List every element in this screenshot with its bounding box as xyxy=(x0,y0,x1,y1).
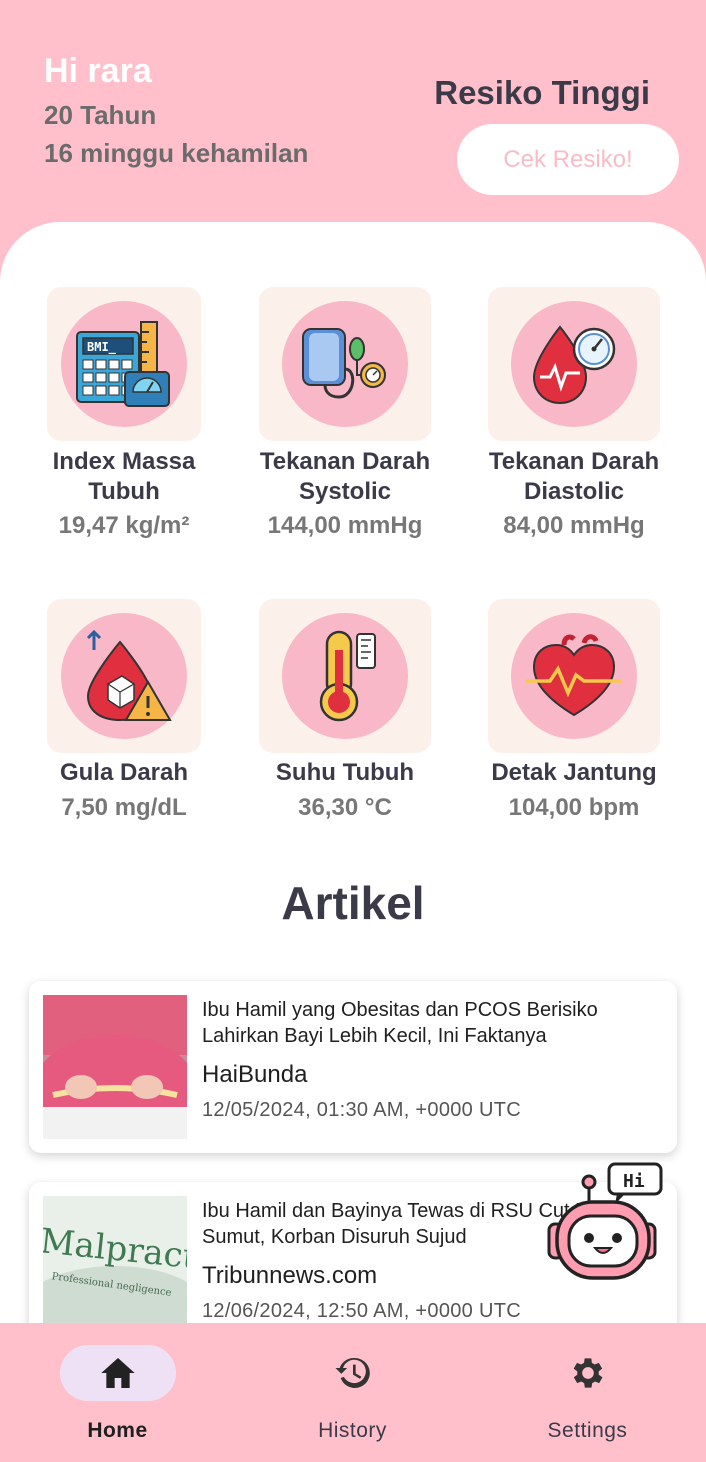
bottom-navigation: Home History Settings xyxy=(0,1323,706,1462)
article-thumbnail xyxy=(43,995,187,1139)
check-risk-button[interactable]: Cek Resiko! xyxy=(457,124,679,195)
metric-value-blood-sugar: 7,50 mg/dL xyxy=(61,794,187,821)
metric-label-diastolic: Tekanan Darah Diastolic xyxy=(488,448,660,505)
metric-label-systolic: Tekanan Darah Systolic xyxy=(259,448,431,505)
metric-card-blood-sugar[interactable] xyxy=(47,599,201,753)
article-date: 12/06/2024, 12:50 AM, +0000 UTC xyxy=(202,1300,521,1322)
article-title: Ibu Hamil yang Obesitas dan PCOS Berisik… xyxy=(202,999,598,1047)
articles-heading: Artikel xyxy=(281,877,425,929)
metric-value-systolic: 144,00 mmHg xyxy=(267,512,423,539)
metric-card-bmi[interactable]: BMI_ xyxy=(47,287,201,441)
metric-card-temperature[interactable] xyxy=(259,599,431,753)
nav-label-home: Home xyxy=(87,1419,148,1442)
chatbot-button[interactable]: Hi xyxy=(545,1160,665,1285)
nav-item-home[interactable]: Home xyxy=(0,1323,235,1462)
chatbot-bubble-text: Hi xyxy=(623,1171,645,1192)
risk-status: Resiko Tinggi xyxy=(434,74,650,111)
article-card[interactable]: Ibu Hamil yang Obesitas dan PCOS Berisik… xyxy=(29,981,677,1153)
metric-value-temperature: 36,30 °C xyxy=(298,794,392,821)
metric-label-heart-rate: Detak Jantung xyxy=(491,759,657,786)
history-icon xyxy=(335,1357,370,1388)
metric-value-diastolic: 84,00 mmHg xyxy=(503,512,645,539)
blood-drop-gauge-icon xyxy=(532,325,616,405)
article-source: Tribunnews.com xyxy=(202,1262,378,1289)
pregnancy-week-text: 16 minggu kehamilan xyxy=(44,138,309,168)
nav-item-history[interactable]: History xyxy=(235,1323,470,1462)
article-thumbnail: Malpractice Professional negligence xyxy=(43,1196,187,1340)
metric-label-temperature: Suhu Tubuh xyxy=(275,759,415,786)
article-source: HaiBunda xyxy=(202,1061,308,1088)
home-icon xyxy=(101,1358,135,1388)
metric-value-bmi: 19,47 kg/m² xyxy=(58,512,190,539)
metric-card-diastolic[interactable] xyxy=(488,287,660,441)
gear-icon xyxy=(573,1358,603,1388)
nav-label-history: History xyxy=(318,1419,387,1442)
blood-pressure-icon xyxy=(302,328,386,399)
nav-item-settings[interactable]: Settings xyxy=(470,1323,705,1462)
heart-rate-icon xyxy=(526,634,622,717)
metric-label-blood-sugar: Gula Darah xyxy=(59,759,189,786)
svg-text:BMI_: BMI_ xyxy=(87,340,117,355)
robot-icon: Hi xyxy=(547,1162,663,1280)
metric-card-systolic[interactable] xyxy=(259,287,431,441)
age-text: 20 Tahun xyxy=(44,100,157,130)
metric-label-bmi: Index Massa Tubuh xyxy=(52,448,196,505)
thermometer-icon xyxy=(319,630,376,722)
article-date: 12/05/2024, 01:30 AM, +0000 UTC xyxy=(202,1099,521,1121)
bmi-icon: BMI_ xyxy=(76,321,170,407)
blood-sugar-icon xyxy=(86,629,172,722)
metric-value-heart-rate: 104,00 bpm xyxy=(508,794,640,821)
greeting-text: Hi rara xyxy=(44,52,152,90)
nav-label-settings: Settings xyxy=(547,1419,628,1442)
metric-card-heart-rate[interactable] xyxy=(488,599,660,753)
